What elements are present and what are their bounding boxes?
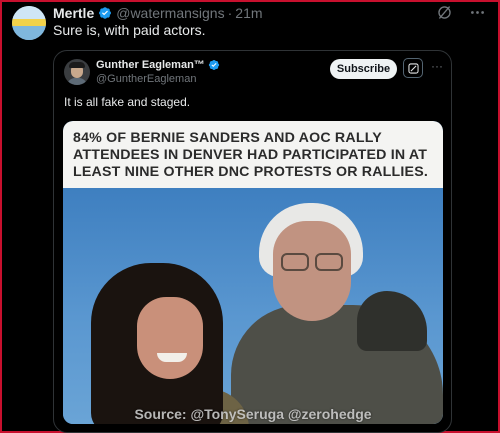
quoted-avatar[interactable] [64, 59, 90, 85]
post-header: Mertle @watermansigns · 21m [53, 4, 263, 22]
quoted-author-name[interactable]: Gunther Eagleman™ [96, 59, 205, 71]
grok-icon[interactable] [436, 4, 453, 21]
post-actions [436, 4, 486, 21]
author-handle[interactable]: @watermansigns [116, 5, 224, 21]
photo-figure-left-face [137, 297, 203, 379]
quoted-more-icon[interactable]: ··· [431, 59, 443, 73]
subscribe-button[interactable]: Subscribe [330, 59, 397, 79]
verified-badge-icon [98, 6, 112, 20]
image-headline-banner: 84% OF BERNIE SANDERS AND AOC RALLY ATTE… [63, 121, 443, 188]
image-headline: 84% OF BERNIE SANDERS AND AOC RALLY ATTE… [73, 130, 429, 180]
quoted-author-row: Gunther Eagleman™ [96, 59, 224, 71]
quoted-post-image[interactable]: 84% OF BERNIE SANDERS AND AOC RALLY ATTE… [63, 121, 443, 424]
quoted-post[interactable]: Gunther Eagleman™ @GuntherEagleman Subsc… [53, 50, 452, 433]
photo-glasses-left [281, 253, 309, 271]
separator-dot: · [227, 5, 233, 21]
more-icon[interactable] [469, 4, 486, 21]
photo-figure-right-face [273, 221, 351, 321]
author-name[interactable]: Mertle [53, 5, 94, 21]
post-text: Sure is, with paid actors. [53, 22, 206, 38]
quoted-post-text: It is all fake and staged. [64, 95, 191, 109]
verified-badge-icon [208, 59, 220, 71]
grok-icon[interactable] [403, 58, 423, 78]
photo-glasses-right [315, 253, 343, 271]
quoted-author-handle[interactable]: @GuntherEagleman [96, 73, 196, 85]
avatar[interactable] [12, 6, 46, 40]
timestamp[interactable]: 21m [235, 5, 262, 21]
photo-figure-left-smile [157, 353, 187, 362]
image-credit: Source: @TonySeruga @zerohedge [134, 406, 372, 422]
